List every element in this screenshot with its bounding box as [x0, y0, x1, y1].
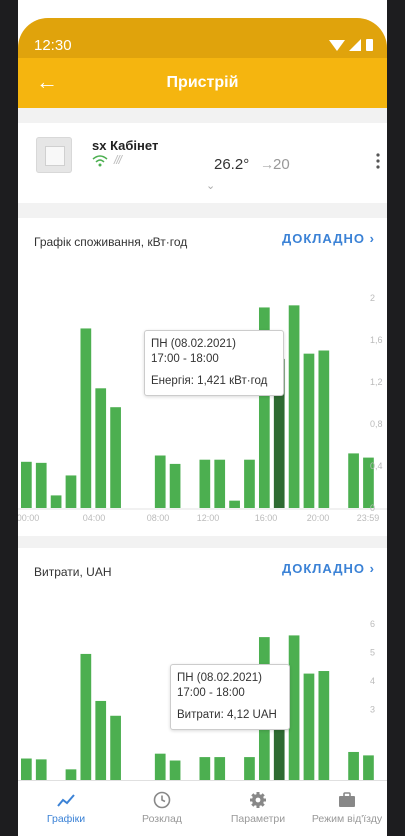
x-tick-label: 12:00 — [197, 513, 220, 523]
heating-icon: /// — [114, 153, 122, 167]
device-frame-left — [0, 0, 18, 836]
device-thumbnail — [36, 137, 72, 173]
status-time: 12:30 — [34, 37, 72, 54]
nav-away-mode[interactable]: Режим від'їзду — [310, 781, 384, 836]
nav-label: Розклад — [142, 813, 182, 825]
consumption-tooltip-value: Енергія: 1,421 кВт·год — [151, 375, 268, 387]
chart-bar[interactable] — [199, 459, 211, 508]
y-tick-label: 1,6 — [370, 335, 383, 345]
y-tick-label: 3 — [370, 705, 375, 715]
chart-bar[interactable] — [229, 500, 240, 508]
chart-bar[interactable] — [244, 459, 255, 508]
consumption-card: 0 0,4 0,8 1,2 1,6 2 00:00 04:00 08:00 12:00 16:00 2… — [18, 218, 387, 536]
x-tick-label: 20:00 — [307, 513, 330, 523]
chart-bar[interactable] — [21, 461, 32, 508]
chart-bar[interactable] — [214, 459, 226, 508]
chart-bar[interactable] — [318, 671, 330, 795]
y-tick-label: 4 — [370, 676, 375, 686]
consumption-details-link[interactable]: ДОКЛАДНО › — [282, 231, 375, 246]
chart-bar[interactable] — [303, 673, 315, 795]
x-tick-label: 08:00 — [147, 513, 170, 523]
consumption-tooltip-day: ПН (08.02.2021) — [151, 338, 236, 350]
cost-tooltip: ПН (08.02.2021) 17:00 - 18:00 Витрати: 4… — [170, 664, 290, 730]
x-tick-label: 16:00 — [255, 513, 278, 523]
status-icons — [329, 39, 373, 51]
nav-label: Параметри — [230, 813, 286, 825]
nav-charts[interactable]: Графіки — [34, 781, 98, 836]
device-name: sx Кабінет — [92, 138, 159, 153]
cost-tooltip-day: ПН (08.02.2021) — [177, 672, 262, 684]
y-tick-label: 1,2 — [370, 377, 383, 387]
app-screen: 12:30 ← Пристрій sx Кабінет /// 26.2° → … — [18, 18, 387, 836]
wifi-icon — [329, 40, 345, 51]
device-card[interactable]: sx Кабінет /// 26.2° → 20 ⌄ — [18, 123, 387, 203]
chevron-right-icon: › — [369, 231, 375, 246]
chart-bar[interactable] — [35, 462, 47, 508]
briefcase-icon — [339, 792, 355, 807]
wifi-icon — [92, 155, 108, 167]
nav-label: Режим від'їзду — [311, 813, 383, 825]
chart-icon — [57, 794, 75, 807]
nav-parameters[interactable]: Параметри — [220, 781, 296, 836]
target-temperature: 20 — [273, 156, 290, 173]
page-title: Пристрій — [166, 74, 239, 91]
chart-bar[interactable] — [303, 353, 315, 508]
x-tick-label: 00:00 — [18, 513, 39, 523]
cost-tooltip-value: Витрати: 4,12 UAH — [177, 709, 277, 721]
more-vertical-icon[interactable] — [376, 153, 380, 169]
chart-bar[interactable] — [318, 350, 330, 509]
device-frame-right — [387, 0, 405, 836]
temperature-arrow: → — [260, 156, 274, 172]
chart-bar[interactable] — [169, 463, 181, 508]
clock-icon — [153, 791, 171, 809]
phone-screen: 12:30 ← Пристрій sx Кабінет /// 26.2° → … — [0, 0, 405, 836]
y-tick-label: 0,4 — [370, 461, 383, 471]
chart-bar[interactable] — [288, 635, 300, 795]
y-tick-label: 0 — [370, 503, 375, 513]
chart-bar[interactable] — [80, 328, 92, 508]
consumption-details-label: ДОКЛАДНО — [281, 231, 366, 246]
chart-bar[interactable] — [348, 453, 359, 508]
chart-bar[interactable] — [110, 407, 121, 508]
cost-details-label: ДОКЛАДНО — [281, 561, 366, 576]
nav-schedule[interactable]: Розклад — [130, 781, 194, 836]
cost-tooltip-time: 17:00 - 18:00 — [177, 687, 245, 699]
chart-bar[interactable] — [50, 495, 62, 508]
consumption-title: Графік споживання, кВт·год — [34, 235, 188, 249]
chart-bar[interactable] — [154, 455, 166, 509]
x-tick-label: 04:00 — [83, 513, 106, 523]
nav-label: Графіки — [46, 813, 86, 825]
cost-title: Витрати, UAH — [34, 565, 112, 579]
gear-icon — [250, 792, 266, 808]
current-temperature: 26.2° — [214, 156, 250, 173]
y-tick-label: 0,8 — [370, 419, 383, 429]
chart-bar[interactable] — [95, 388, 107, 508]
battery-icon — [366, 39, 373, 51]
bottom-navigation: Графіки Розклад Параметри Режим від'їзду — [18, 780, 387, 836]
signal-icon — [349, 39, 361, 51]
expand-chevron-icon[interactable]: ⌄ — [206, 179, 215, 192]
x-tick-label: 23:59 — [357, 513, 380, 523]
chart-bar[interactable] — [65, 475, 77, 508]
y-tick-label: 2 — [370, 293, 375, 303]
y-tick-label: 5 — [370, 648, 375, 658]
chevron-right-icon: › — [369, 561, 375, 576]
consumption-tooltip: ПН (08.02.2021) 17:00 - 18:00 Енергія: 1… — [144, 330, 284, 396]
chart-bar[interactable] — [288, 305, 300, 508]
status-bar: 12:30 — [18, 18, 387, 58]
app-bar: ← Пристрій — [18, 58, 387, 108]
cost-details-link[interactable]: ДОКЛАДНО › — [282, 561, 375, 576]
chart-bar[interactable] — [80, 653, 92, 795]
consumption-tooltip-time: 17:00 - 18:00 — [151, 353, 219, 365]
y-tick-label: 6 — [370, 619, 375, 629]
